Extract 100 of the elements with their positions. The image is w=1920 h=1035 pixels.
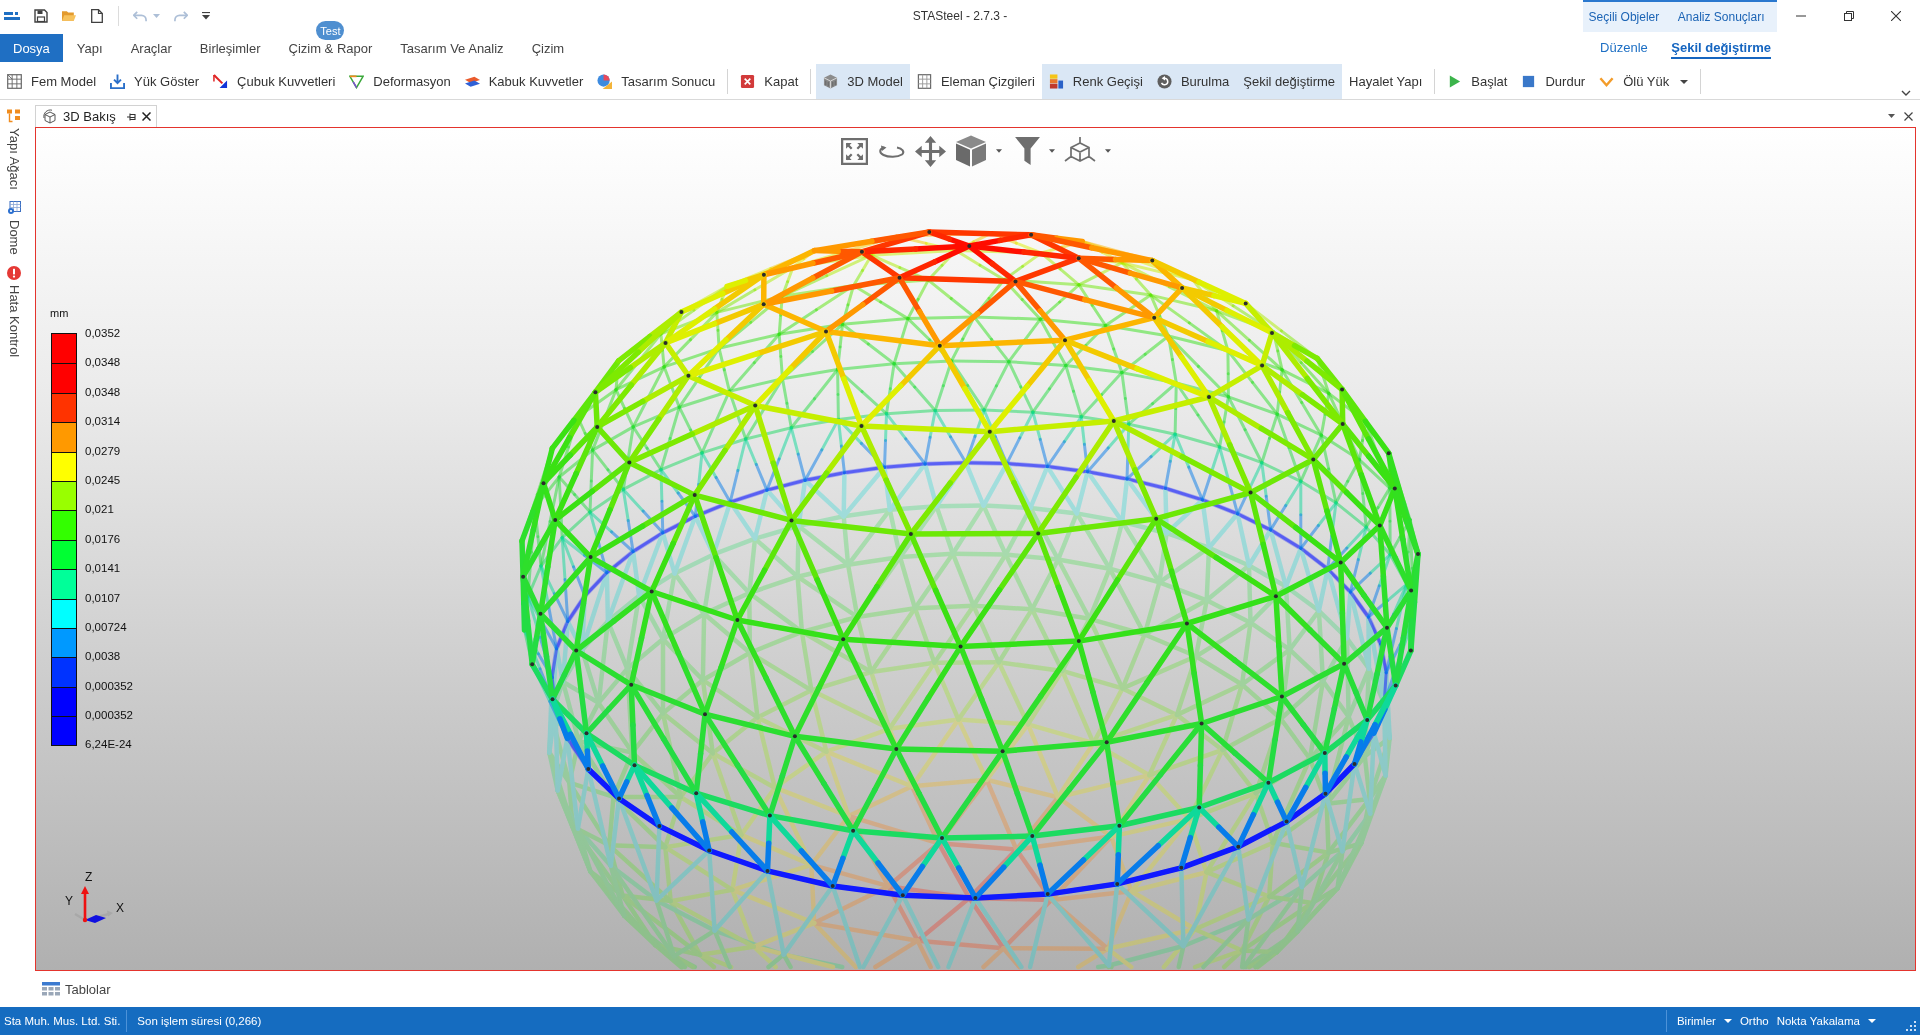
legend-unit: mm — [50, 306, 70, 320]
legend-value: 0,0141 — [85, 562, 121, 575]
legend-value: 0,0176 — [85, 532, 121, 545]
toolbar-button[interactable]: Yük Göster — [103, 64, 207, 99]
ribbon-tab[interactable]: Tasarım Ve Analiz — [386, 34, 518, 62]
tab-badge: Test — [316, 21, 345, 40]
caret-icon[interactable] — [1888, 114, 1895, 118]
play-icon — [1447, 74, 1463, 89]
bottom-panel-tab[interactable]: Tablolar — [42, 981, 111, 997]
arrow-down-tray-icon — [110, 74, 126, 89]
tree-structure-icon — [7, 109, 21, 123]
wireframe-cube-icon[interactable] — [1063, 137, 1096, 165]
caret-icon[interactable] — [995, 149, 1002, 153]
status-text: Son işlem süresi (0,266) — [136, 1015, 263, 1027]
pie-chart-icon — [597, 74, 613, 89]
toolbar-button[interactable]: Eleman Çizgileri — [909, 64, 1042, 99]
ribbon-tab[interactable]: Birleşimler — [185, 34, 275, 62]
close-icon[interactable] — [1904, 111, 1913, 121]
status-dropdown[interactable]: Nokta Yakalama — [1772, 1015, 1880, 1027]
ribbon-tab[interactable]: Çizim — [517, 34, 579, 62]
legend-value: 0,0279 — [85, 444, 121, 457]
caret-icon — [1868, 1019, 1876, 1023]
legend-value: 0,0314 — [85, 415, 121, 428]
close-icon[interactable] — [1891, 11, 1902, 21]
toolbar-button[interactable]: Deformasyon — [342, 64, 458, 99]
window-title: STASteel - 2.7.3 - — [912, 9, 1008, 23]
toolbar-button[interactable]: Çubuk Kuvvetleri — [206, 64, 343, 99]
toolbar-button[interactable]: Kabuk Kuvvetler — [457, 64, 591, 99]
cube-rotate-icon — [42, 108, 58, 125]
mesh-grid-icon — [7, 74, 22, 89]
context-group-header: Analiz Sonuçları — [1665, 0, 1777, 32]
side-panel-tab[interactable]: Hata Kontrol — [6, 265, 22, 357]
legend-value: 0,000352 — [85, 709, 133, 722]
toolbar-button[interactable]: Renk Geçişi — [1041, 64, 1150, 99]
ribbon-tab[interactable]: Şekil değiştirme — [1665, 32, 1777, 64]
table-gear-icon — [7, 200, 21, 215]
force-diagram-icon — [213, 74, 229, 89]
cube-icon[interactable] — [954, 135, 987, 167]
ribbon-tab[interactable]: Yapı — [62, 34, 117, 62]
legend-value: 0,021 — [85, 503, 114, 516]
toolbar-button[interactable]: 3D Model — [816, 64, 910, 99]
pin-icon[interactable] — [126, 112, 137, 121]
side-panel-tab[interactable]: Yapı Ağacı — [6, 109, 22, 190]
rotation-icon — [1156, 74, 1172, 89]
fit-view-icon[interactable] — [840, 137, 868, 165]
restore-icon[interactable] — [1843, 11, 1854, 21]
new-document-icon[interactable] — [90, 9, 104, 23]
toolbar-button[interactable]: Fem Model — [0, 64, 104, 99]
chevron-down-icon[interactable] — [1901, 90, 1911, 96]
ribbon-tab[interactable]: Düzenle — [1582, 32, 1666, 64]
legend-value: 0,00724 — [85, 620, 127, 633]
legend-value: 0,0348 — [85, 385, 121, 398]
toolbar-button[interactable]: Hayalet Yapı — [1342, 64, 1430, 99]
rotate-icon[interactable] — [876, 144, 906, 158]
status-button[interactable]: Ortho — [1735, 1015, 1773, 1027]
legend-value: 0,000352 — [85, 679, 133, 692]
cube-icon — [823, 74, 839, 89]
layers-icon — [464, 74, 480, 89]
legend-value: 0,0038 — [85, 650, 121, 663]
stop-icon — [1521, 74, 1537, 89]
legend-value: 0,0107 — [85, 591, 121, 604]
caret-icon[interactable] — [1104, 149, 1111, 153]
save-icon[interactable] — [34, 9, 48, 23]
axis-label: Y — [65, 894, 73, 908]
toolbar-button[interactable]: Durdur — [1514, 64, 1593, 99]
close-icon[interactable] — [141, 112, 151, 121]
legend-value: 6,24E-24 — [85, 738, 132, 751]
caret-icon — [1723, 1019, 1732, 1023]
file-tab[interactable]: Dosya — [0, 34, 63, 62]
caret-icon — [1680, 79, 1689, 84]
side-panel-tab[interactable]: Dome — [6, 200, 22, 255]
customize-caret-icon[interactable] — [202, 12, 210, 20]
table-icon — [42, 982, 60, 996]
toolbar-button[interactable]: Kapat — [733, 64, 806, 99]
dropdown-button[interactable]: Ölü Yük — [1592, 64, 1696, 99]
document-tab[interactable]: 3D Bakış — [35, 105, 157, 127]
legend-value: 0,0352 — [85, 327, 121, 339]
close-icon — [740, 74, 756, 89]
toolbar-button[interactable]: Şekil değiştirme — [1236, 64, 1343, 99]
legend-value: 0,0348 — [85, 356, 121, 369]
resize-grip-icon[interactable] — [1906, 1021, 1916, 1031]
app-logo-icon[interactable] — [4, 11, 20, 21]
context-group-header: Seçili Objeler — [1582, 0, 1666, 32]
triangle-icon — [349, 74, 365, 89]
toolbar-button[interactable]: Başlat — [1440, 64, 1515, 99]
legend-value: 0,0245 — [85, 473, 121, 486]
axis-label: Z — [85, 870, 93, 884]
3d-viewport[interactable]: mm 0,0352 0,0348 0,0348 0,0314 0,0279 0,0245 0,021 0,0176 0,0141 0,0107 0,00724 0,0038 0,000352 0,000352 6,24E-24 Z Y X — [35, 127, 1916, 971]
error-icon — [7, 265, 21, 280]
toolbar-button[interactable]: Tasarım Sonucu — [590, 64, 723, 99]
ribbon-tab[interactable]: Araçlar — [116, 34, 186, 62]
grid-icon — [916, 74, 932, 89]
toolbar-button[interactable]: Burulma — [1149, 64, 1237, 99]
filter-icon[interactable] — [1014, 137, 1040, 165]
color-bars-icon — [1048, 74, 1064, 89]
axis-label: X — [116, 901, 124, 915]
status-dropdown[interactable]: Birimler — [1672, 1015, 1736, 1027]
status-text: Sta Muh. Mus. Ltd. Sti. — [3, 1015, 122, 1027]
pan-icon[interactable] — [914, 135, 946, 167]
caret-icon[interactable] — [1048, 149, 1055, 153]
